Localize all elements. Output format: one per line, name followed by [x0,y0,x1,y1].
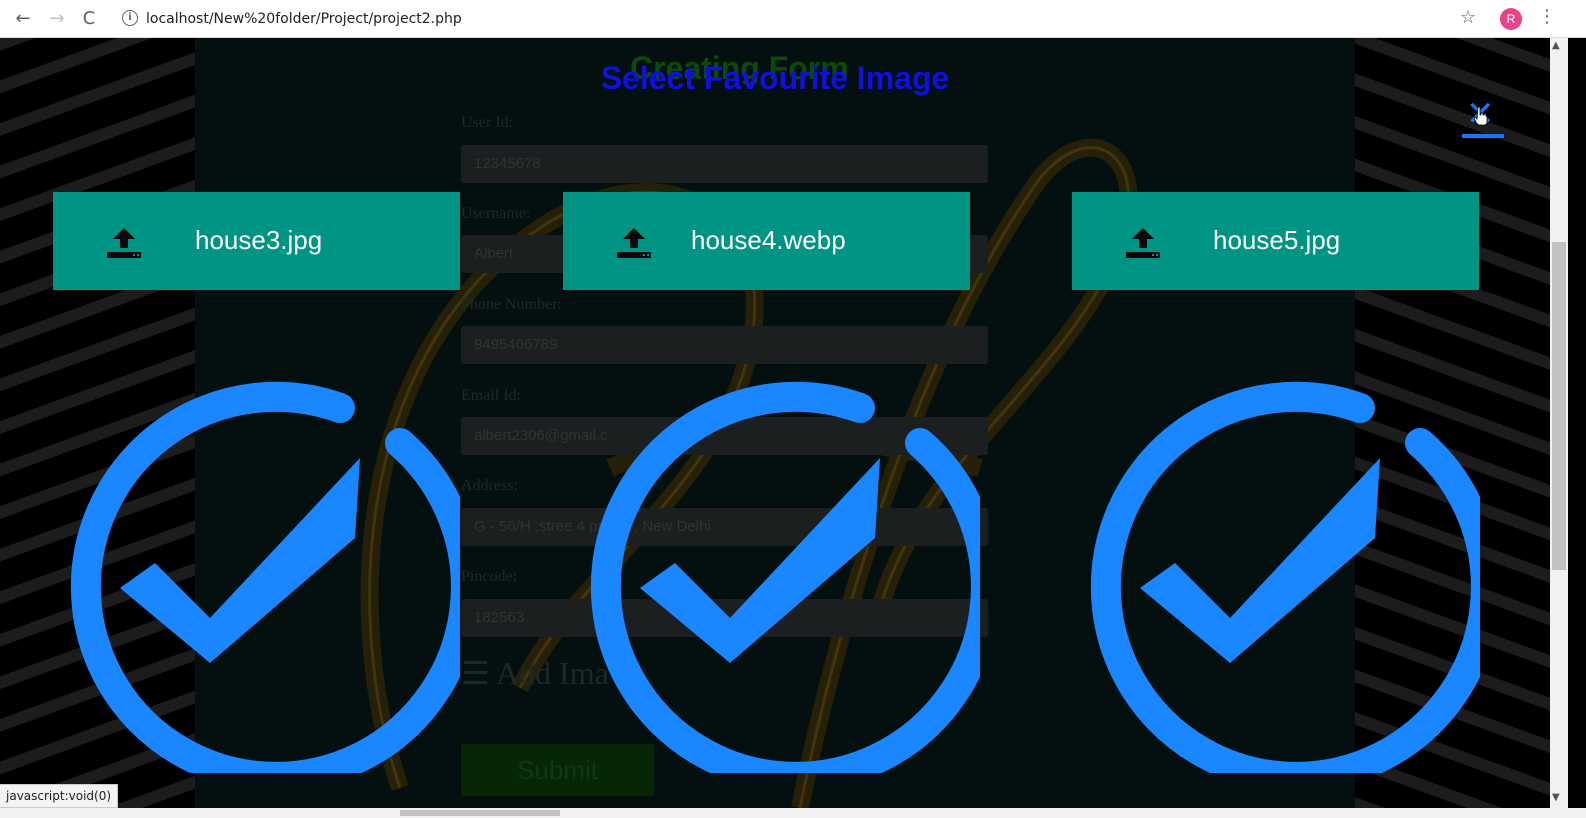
upload-icon [1126,228,1160,258]
file-name: house3.jpg [195,225,323,255]
browser-toolbar: ← → C i localhost/New%20folder/Project/p… [0,0,1586,38]
page-viewport: Creating Form User Id: 12345678 Username… [0,38,1550,808]
upload-icon [617,228,651,258]
bookmark-star-icon[interactable]: ☆ [1460,7,1476,28]
file-name: house5.jpg [1213,225,1341,255]
close-overlay-button[interactable]: ✕ [1462,94,1504,140]
url-text[interactable]: localhost/New%20folder/Project/project2.… [146,11,462,27]
back-icon[interactable]: ← [12,8,34,30]
forward-icon[interactable]: → [46,8,68,30]
scroll-down-icon[interactable]: ▼ [1552,792,1560,803]
horizontal-scrollbar[interactable] [0,808,1586,818]
info-icon[interactable]: i [122,10,138,26]
selected-check-icon[interactable] [1070,363,1480,773]
file-card-house3[interactable]: house3.jpg [53,192,460,290]
upload-icon [107,228,141,258]
file-card-house5[interactable]: house5.jpg [1072,192,1479,290]
profile-avatar[interactable]: R [1500,8,1522,30]
scroll-up-icon[interactable]: ▲ [1552,40,1560,51]
reload-icon[interactable]: C [78,8,100,30]
overlay-title: Select Favourite Image [600,60,950,96]
close-underline [1462,134,1504,138]
address-bar[interactable]: i localhost/New%20folder/Project/project… [112,5,1492,33]
horizontal-scrollbar-thumb[interactable] [400,810,560,816]
browser-menu-icon[interactable]: ⋮ [1538,6,1556,27]
file-name: house4.webp [691,225,846,255]
vertical-scrollbar-thumb[interactable] [1552,242,1566,570]
hand-cursor-icon [1474,106,1488,126]
selected-check-icon[interactable] [50,363,460,773]
file-card-house4[interactable]: house4.webp [563,192,970,290]
selected-check-icon[interactable] [570,363,980,773]
status-bar-link-preview: javascript:void(0) [0,784,119,808]
image-select-overlay: Select Favourite Image ✕ house3.jpg hous… [0,38,1550,808]
